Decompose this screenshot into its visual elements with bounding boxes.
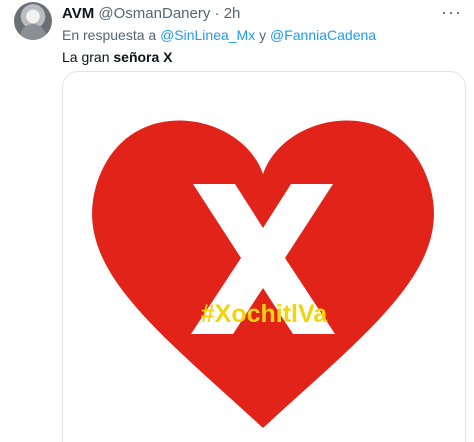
display-name[interactable]: AVM xyxy=(62,5,94,22)
reply-context: En respuesta a @SinLinea_Mx y @FanniaCad… xyxy=(62,27,376,43)
media-image[interactable]: #XochitlVa xyxy=(62,71,466,442)
tweet-text: La gran señora X xyxy=(62,49,173,65)
reply-prefix: En respuesta a xyxy=(62,27,161,43)
heart-image xyxy=(92,120,434,428)
avatar[interactable] xyxy=(14,2,52,40)
user-handle[interactable]: @OsmanDanery xyxy=(98,5,210,22)
avatar-figure xyxy=(20,24,46,40)
tweet-text-prefix: La gran xyxy=(62,49,114,65)
tweet-header: AVM @OsmanDanery · 2h xyxy=(62,5,240,22)
tweet-text-bold: señora X xyxy=(113,49,173,65)
mention-link-1[interactable]: @SinLinea_Mx xyxy=(160,27,255,43)
mention-link-2[interactable]: @FanniaCadena xyxy=(270,27,376,43)
more-options-icon[interactable]: ··· xyxy=(441,2,462,23)
timestamp[interactable]: 2h xyxy=(224,5,241,22)
hashtag-text: #XochitlVa xyxy=(200,300,328,328)
separator-dot: · xyxy=(214,5,220,22)
reply-conjunction: y xyxy=(255,27,270,43)
